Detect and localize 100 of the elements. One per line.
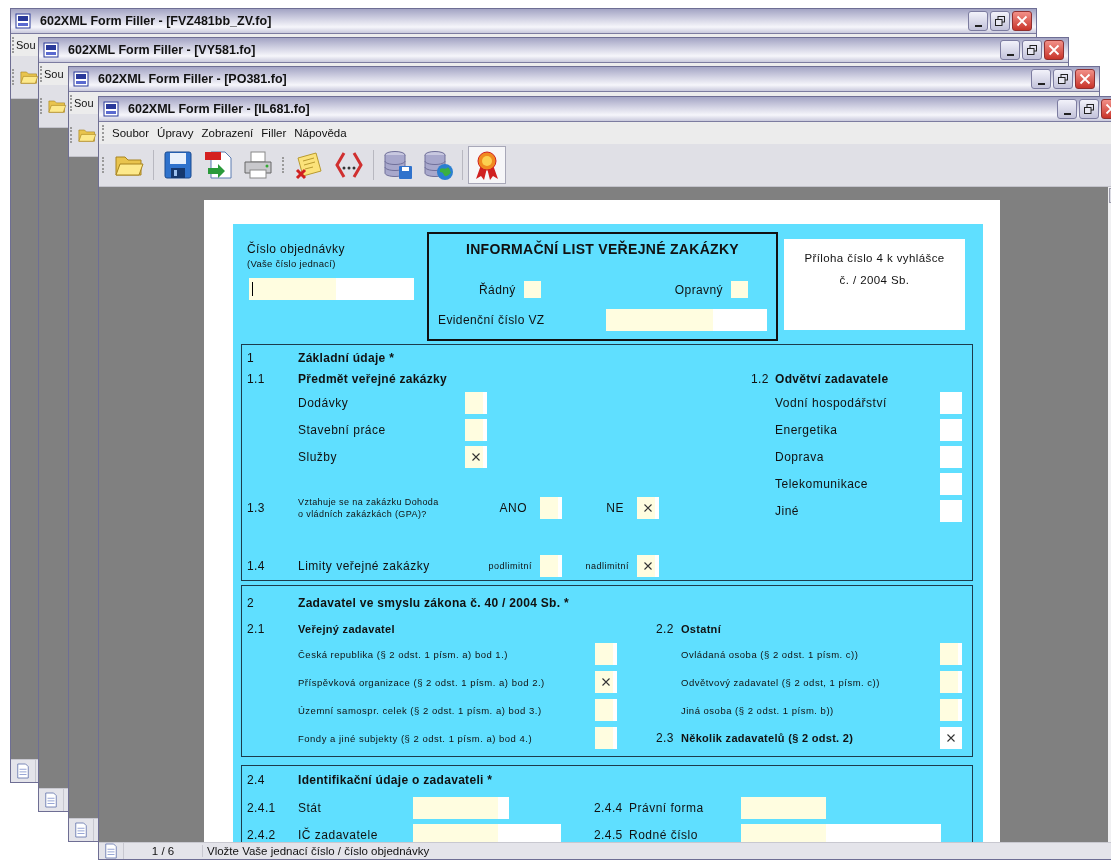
input-field[interactable] — [741, 823, 941, 842]
checkbox[interactable] — [540, 497, 562, 519]
input-field[interactable] — [413, 796, 509, 819]
checkbox-label: Příspěvková organizace (§ 2 odst. 1 písm. a) bod 2.) — [298, 676, 546, 688]
checkbox[interactable] — [940, 699, 962, 721]
form-title: INFORMAČNÍ LIST VEŘEJNÉ ZAKÁZKY — [465, 241, 740, 257]
close-icon — [1079, 73, 1091, 85]
restore-button[interactable] — [1022, 40, 1042, 60]
checkbox[interactable] — [940, 418, 962, 441]
checkbox[interactable] — [940, 472, 962, 495]
checkbox[interactable] — [940, 445, 962, 468]
section-number: 2.1 — [247, 622, 266, 636]
field-label: Číslo objednávky — [247, 242, 346, 256]
minimize-button[interactable] — [1057, 99, 1077, 119]
checkbox-label: Územní samospr. celek (§ 2 odst. 1 písm. a) bod 3.) — [298, 704, 543, 716]
checkbox-label: Odvětvový zadavatel (§ 2 odst, 1 písm. c)) — [681, 676, 881, 688]
checkbox-label: Energetika — [775, 422, 839, 437]
checkbox-label: Česká republika (§ 2 odst. 1 písm. a) bod 1.) — [298, 648, 509, 660]
minimize-button[interactable] — [968, 11, 988, 31]
menu-item[interactable]: Zobrazení — [197, 127, 258, 139]
checkbox[interactable] — [595, 643, 617, 665]
app-logo-icon — [15, 13, 31, 29]
minimize-button[interactable] — [1000, 40, 1020, 60]
checkbox-label: Služby — [298, 449, 339, 464]
field-label: Evidenční číslo VZ — [438, 313, 545, 327]
section-title: Identifikační údaje o zadavateli * — [298, 773, 493, 787]
restore-button[interactable] — [990, 11, 1010, 31]
checkbox[interactable] — [731, 281, 748, 298]
annex-note: Příloha číslo 4 k vyhlášce č. / 2004 Sb. — [784, 239, 965, 330]
checkbox-label: Několik zadavatelů (§ 2 odst. 2) — [681, 732, 855, 744]
input-field[interactable] — [249, 278, 414, 300]
menu-item[interactable]: Sou — [44, 68, 64, 80]
restore-button[interactable] — [1079, 99, 1099, 119]
cross-icon — [602, 678, 610, 686]
menu-item[interactable]: Sou — [16, 39, 36, 51]
checkbox[interactable] — [940, 727, 962, 749]
cross-icon — [472, 452, 480, 461]
field-label: IČ zadavatele — [298, 827, 379, 842]
input-field[interactable] — [741, 796, 826, 819]
close-button[interactable] — [1012, 11, 1032, 31]
checkbox-label: Doprava — [775, 449, 825, 464]
minimize-button[interactable] — [1031, 69, 1051, 89]
subsection-title: Odvětví zadavatele — [775, 371, 889, 386]
menu-item[interactable]: Soubor — [108, 127, 154, 139]
field-label: Stát — [298, 800, 323, 815]
option-label: ANO — [499, 501, 527, 515]
checkbox[interactable] — [637, 497, 659, 519]
restore-icon — [1057, 73, 1069, 85]
checkbox-label: Vodní hospodářství — [775, 395, 888, 410]
checkbox[interactable] — [595, 727, 617, 749]
field-label: Právní forma — [629, 800, 705, 815]
checkbox-label: Ovládaná osoba (§ 2 odst. 1 písm. c)) — [681, 648, 860, 660]
checkbox[interactable] — [465, 418, 487, 441]
checkbox-label: Jiná osoba (§ 2 odst. 1 písm. b)) — [681, 704, 835, 716]
close-button[interactable] — [1044, 40, 1064, 60]
option-label: Opravný — [674, 282, 723, 297]
pdf-document-icon — [202, 149, 234, 181]
input-field[interactable] — [606, 309, 767, 331]
section-number: 2.4.1 — [247, 800, 277, 815]
checkbox[interactable] — [940, 391, 962, 414]
menu-item[interactable]: Filler — [257, 127, 291, 139]
text-cursor — [252, 282, 253, 296]
checkbox[interactable] — [523, 281, 541, 298]
section-number: 2.4.5 — [594, 827, 624, 842]
subsection-title: Ostatní — [681, 623, 721, 635]
input-field[interactable] — [413, 823, 561, 842]
checkbox[interactable] — [465, 445, 487, 468]
checkbox[interactable] — [940, 499, 962, 522]
checkbox[interactable] — [540, 555, 562, 577]
menu-item[interactable]: Úpravy — [153, 127, 198, 139]
menu-item[interactable]: Nápověda — [290, 127, 351, 139]
printer-icon — [242, 149, 274, 181]
field-label: Limity veřejné zakázky — [298, 559, 431, 573]
section-title: Zadavatel ve smyslu zákona č. 40 / 2004 Sb. * — [298, 596, 569, 610]
checkbox[interactable] — [595, 699, 617, 721]
checkbox[interactable] — [595, 671, 617, 693]
menu-item[interactable]: Sou — [74, 97, 94, 109]
section-number: 1.1 — [247, 371, 266, 386]
section-number: 2.4.2 — [247, 827, 277, 842]
app-logo-icon — [103, 101, 119, 117]
checkbox[interactable] — [940, 643, 962, 665]
page-icon — [104, 843, 118, 859]
section-number: 2.4 — [247, 773, 266, 787]
window-title: 602XML Form Filler - [IL681.fo] — [128, 102, 311, 116]
checkbox-label: Telekomunikace — [775, 476, 870, 491]
checkbox[interactable] — [940, 671, 962, 693]
checkbox-label: Fondy a jiné subjekty (§ 2 odst. 1 písm. a) bod 4.) — [298, 732, 534, 744]
checkbox[interactable] — [637, 555, 659, 577]
ribbon-button[interactable] — [468, 146, 506, 184]
restore-button[interactable] — [1053, 69, 1073, 89]
close-button[interactable] — [1075, 69, 1095, 89]
close-icon — [1048, 44, 1060, 56]
page-icon — [44, 792, 58, 808]
minimize-icon — [974, 24, 982, 27]
database-globe-icon — [422, 149, 454, 181]
checkbox[interactable] — [465, 391, 487, 414]
page-icon — [74, 822, 88, 838]
status-message: Vložte Vaše jednací číslo / číslo objednávky — [206, 845, 430, 857]
checkbox-label: Dodávky — [298, 395, 350, 410]
section-number: 2.2 — [656, 622, 675, 636]
